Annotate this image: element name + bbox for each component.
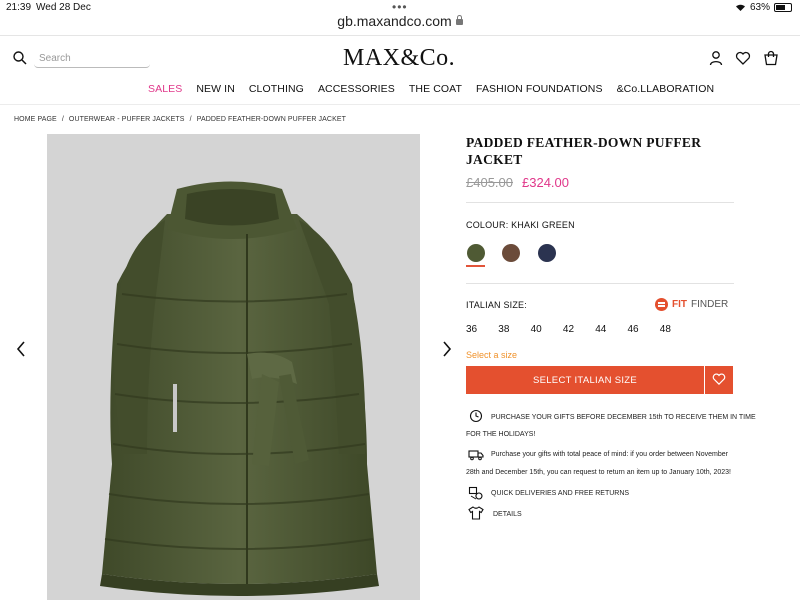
size-option[interactable]: 38 bbox=[498, 324, 530, 335]
nav-item-collaboration[interactable]: &Co.LLABORATION bbox=[617, 83, 715, 95]
next-image-arrow-icon[interactable] bbox=[440, 340, 454, 358]
breadcrumb-separator: / bbox=[61, 116, 64, 123]
delivery-returns-link[interactable]: QUICK DELIVERIES AND FREE RETURNS bbox=[491, 484, 629, 503]
nav-item-new-in[interactable]: NEW IN bbox=[196, 83, 235, 95]
nav-item-the-coat[interactable]: THE COAT bbox=[409, 83, 462, 95]
sale-price: £324.00 bbox=[522, 175, 569, 190]
status-date: Wed 28 Dec bbox=[36, 2, 91, 13]
product-title-line-2: JACKET bbox=[466, 152, 523, 167]
status-time: 21:39 bbox=[6, 2, 32, 13]
swatch-khaki-green[interactable] bbox=[467, 244, 485, 262]
add-to-wishlist-button[interactable] bbox=[705, 366, 733, 394]
select-size-button[interactable]: SELECT ITALIAN SIZE bbox=[466, 366, 704, 394]
details-link[interactable]: DETAILS bbox=[493, 505, 522, 524]
delivery-icon bbox=[468, 486, 483, 500]
product-image[interactable] bbox=[47, 134, 420, 600]
selected-swatch-indicator bbox=[466, 265, 485, 267]
url-text: gb.maxandco.com bbox=[337, 13, 452, 29]
bag-icon[interactable] bbox=[763, 50, 779, 66]
status-right: 63% bbox=[735, 2, 792, 13]
size-options: 36 38 40 42 44 46 48 bbox=[466, 324, 692, 335]
size-label: ITALIAN SIZE: bbox=[466, 300, 527, 310]
battery-icon bbox=[774, 3, 792, 12]
main-nav: SALES NEW IN CLOTHING ACCESSORIES THE CO… bbox=[148, 83, 728, 95]
size-option[interactable]: 48 bbox=[660, 324, 692, 335]
select-size-hint: Select a size bbox=[466, 350, 518, 360]
size-option[interactable]: 46 bbox=[627, 324, 659, 335]
nav-item-sales[interactable]: SALES bbox=[148, 83, 182, 95]
search-icon[interactable] bbox=[13, 51, 27, 65]
returns-notice-line-1: Purchase your gifts with total peace of … bbox=[491, 451, 728, 458]
divider bbox=[466, 202, 734, 203]
account-icon[interactable] bbox=[708, 50, 724, 66]
original-price: £405.00 bbox=[466, 175, 513, 190]
fit-finder-finder: FINDER bbox=[691, 299, 729, 310]
url-bar[interactable]: gb.maxandco.com bbox=[0, 13, 800, 35]
fit-finder-fit: FIT bbox=[672, 299, 687, 310]
nav-item-clothing[interactable]: CLOTHING bbox=[249, 83, 304, 95]
breadcrumb-home[interactable]: HOME PAGE bbox=[14, 116, 57, 123]
size-option[interactable]: 40 bbox=[531, 324, 563, 335]
prev-image-arrow-icon[interactable] bbox=[14, 340, 28, 358]
puffer-jacket-image bbox=[100, 181, 379, 596]
swatch-navy[interactable] bbox=[538, 244, 556, 262]
breadcrumb-separator: / bbox=[189, 116, 192, 123]
heart-icon bbox=[712, 372, 726, 385]
returns-notice-line-2: 28th and December 15th, you can request … bbox=[466, 469, 732, 476]
gift-notice-line-2: FOR THE HOLIDAYS! bbox=[466, 431, 536, 438]
wifi-icon bbox=[735, 4, 745, 11]
truck-icon bbox=[468, 450, 484, 461]
clock-icon bbox=[469, 409, 483, 423]
product-title: PADDED FEATHER-DOWN PUFFER JACKET bbox=[466, 134, 736, 168]
battery-percent: 63% bbox=[749, 2, 770, 13]
heart-icon[interactable] bbox=[735, 50, 751, 66]
more-dots-icon[interactable]: ••• bbox=[392, 0, 408, 14]
nav-item-fashion-foundations[interactable]: FASHION FOUNDATIONS bbox=[476, 83, 603, 95]
breadcrumb-current: PADDED FEATHER-DOWN PUFFER JACKET bbox=[196, 116, 346, 123]
divider bbox=[0, 104, 800, 105]
tshirt-icon bbox=[468, 506, 484, 520]
fit-finder-icon bbox=[655, 298, 668, 311]
search-input[interactable] bbox=[34, 49, 150, 68]
nav-item-accessories[interactable]: ACCESSORIES bbox=[318, 83, 395, 95]
search-box[interactable] bbox=[34, 48, 150, 68]
fit-finder-button[interactable]: FIT FINDER bbox=[655, 298, 728, 311]
product-title-line-1: PADDED FEATHER-DOWN PUFFER bbox=[466, 135, 702, 150]
size-option[interactable]: 36 bbox=[466, 324, 498, 335]
divider bbox=[0, 35, 800, 36]
size-option[interactable]: 42 bbox=[563, 324, 595, 335]
divider bbox=[466, 283, 734, 284]
lock-icon bbox=[455, 15, 463, 25]
colour-label: COLOUR: KHAKI GREEN bbox=[466, 220, 575, 230]
size-option[interactable]: 44 bbox=[595, 324, 627, 335]
breadcrumb-category[interactable]: OUTERWEAR - PUFFER JACKETS bbox=[69, 116, 185, 123]
status-bar: 21:39 Wed 28 Dec ••• 63% bbox=[0, 0, 800, 14]
breadcrumb: HOME PAGE / OUTERWEAR - PUFFER JACKETS /… bbox=[14, 116, 349, 123]
logo[interactable]: MAX&Co. bbox=[343, 45, 455, 72]
swatch-brown[interactable] bbox=[502, 244, 520, 262]
